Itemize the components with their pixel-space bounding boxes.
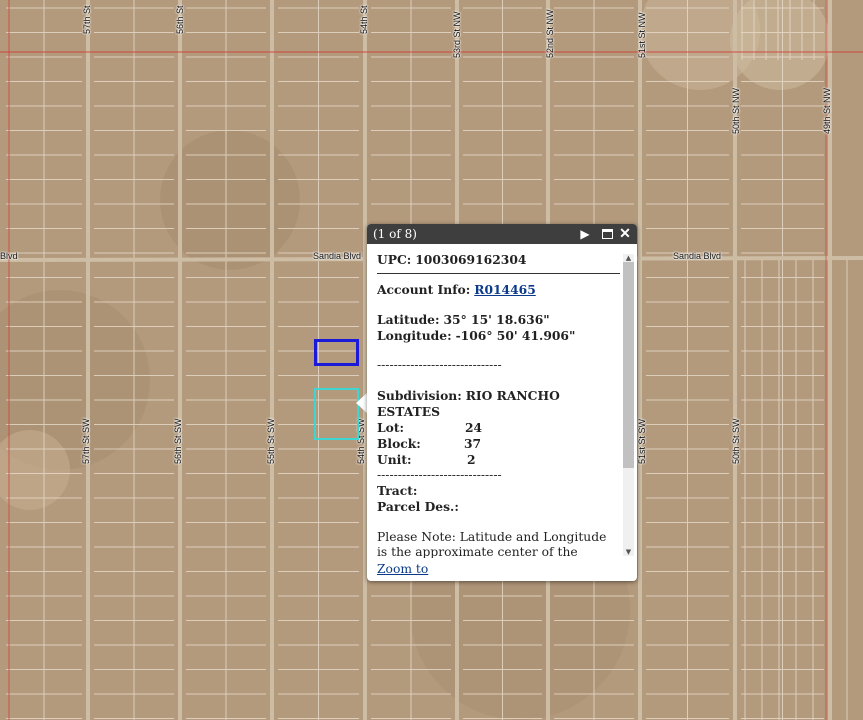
- longitude-row: Longitude: -106° 50' 41.906": [377, 328, 620, 344]
- highlighted-parcel[interactable]: [314, 388, 359, 440]
- latitude-value: 35° 15' 18.636": [443, 312, 550, 327]
- maximize-icon[interactable]: [599, 226, 615, 242]
- road-label-50th-n: 50th St NW: [731, 87, 741, 134]
- lot-row: Lot: 24: [377, 420, 620, 436]
- next-arrow-icon[interactable]: ▶: [577, 226, 593, 242]
- road-label-53rd-n: 53rd St NW: [452, 11, 462, 58]
- longitude-label: Longitude:: [377, 328, 452, 343]
- block-value: 37: [464, 436, 482, 451]
- lot-value: 24: [465, 420, 483, 435]
- road-label-57th-n: 57th St: [82, 5, 92, 34]
- road-label-55th-sw: 55th St SW: [266, 418, 276, 464]
- subdivision-row: Subdivision: RIO RANCHO: [377, 388, 620, 404]
- close-icon[interactable]: ✕: [617, 226, 633, 242]
- scroll-thumb[interactable]: [623, 262, 634, 468]
- longitude-value: -106° 50' 41.906": [455, 328, 576, 343]
- road-label-49th-n: 49th St NW: [822, 87, 832, 134]
- parcel-label: Parcel Des.:: [377, 499, 459, 514]
- road-label-50th-sw: 50th St SW: [731, 418, 741, 464]
- subdivision-row-2: ESTATES: [377, 404, 620, 420]
- latitude-label: Latitude:: [377, 312, 440, 327]
- popup-content: UPC: 1003069162304 Account Info: R014465…: [377, 252, 620, 558]
- info-popup: (1 of 8) ▶ ✕ UPC: 1003069162304 Account …: [367, 224, 637, 581]
- lot-label: Lot:: [377, 420, 405, 435]
- subdivision-value: RIO RANCHO: [465, 388, 560, 403]
- parcel-row: Parcel Des.:: [377, 499, 620, 515]
- subdivision-label: Subdivision:: [377, 388, 462, 403]
- road-label-51st-n: 51st St NW: [637, 12, 647, 58]
- account-link[interactable]: R014465: [474, 282, 536, 297]
- unit-label: Unit:: [377, 452, 412, 467]
- dash-separator: ------------------------------: [377, 358, 502, 372]
- note-text: Please Note: Latitude and Longitude is t…: [377, 530, 607, 558]
- road-label-56th-n: 56th St: [175, 5, 185, 34]
- scroll-up-icon[interactable]: ▲: [624, 254, 633, 262]
- road-label-56th-sw: 56th St SW: [173, 418, 183, 464]
- road-label-52nd-n: 52nd St NW: [545, 9, 555, 58]
- dash-separator-2: ------------------------------: [377, 468, 502, 482]
- road-label-54th-n: 54th St: [359, 5, 369, 34]
- road-label-sandia-right: Sandia Blvd: [673, 251, 722, 261]
- scroll-down-icon[interactable]: ▼: [624, 548, 633, 556]
- tract-row: Tract:: [377, 483, 620, 499]
- upc-label: UPC:: [377, 252, 412, 267]
- unit-value: 2: [467, 452, 476, 467]
- popup-scrollbar[interactable]: ▲ ▼: [623, 254, 634, 556]
- road-label-57th-sw: 57th St SW: [81, 418, 91, 464]
- popup-title: (1 of 8): [373, 227, 417, 241]
- latitude-row: Latitude: 35° 15' 18.636": [377, 312, 620, 328]
- block-label: Block:: [377, 436, 421, 451]
- zoom-to-link[interactable]: Zoom to: [377, 562, 428, 576]
- popup-header: (1 of 8) ▶ ✕: [367, 224, 637, 244]
- account-label: Account Info:: [377, 282, 471, 297]
- subdivision-value-2: ESTATES: [377, 404, 441, 419]
- upc-value: 1003069162304: [415, 252, 527, 267]
- upc-row: UPC: 1003069162304: [377, 252, 620, 268]
- road-label-51st-sw: 51st St SW: [637, 418, 647, 464]
- selected-parcel[interactable]: [314, 339, 359, 366]
- block-row: Block: 37: [377, 436, 620, 452]
- road-label-sandia-mid: Sandia Blvd: [313, 251, 362, 261]
- account-row: Account Info: R014465: [377, 282, 620, 298]
- road-label-sandia-left: Blvd: [0, 251, 18, 261]
- tract-label: Tract:: [377, 483, 418, 498]
- unit-row: Unit: 2: [377, 452, 620, 468]
- divider: [377, 273, 620, 274]
